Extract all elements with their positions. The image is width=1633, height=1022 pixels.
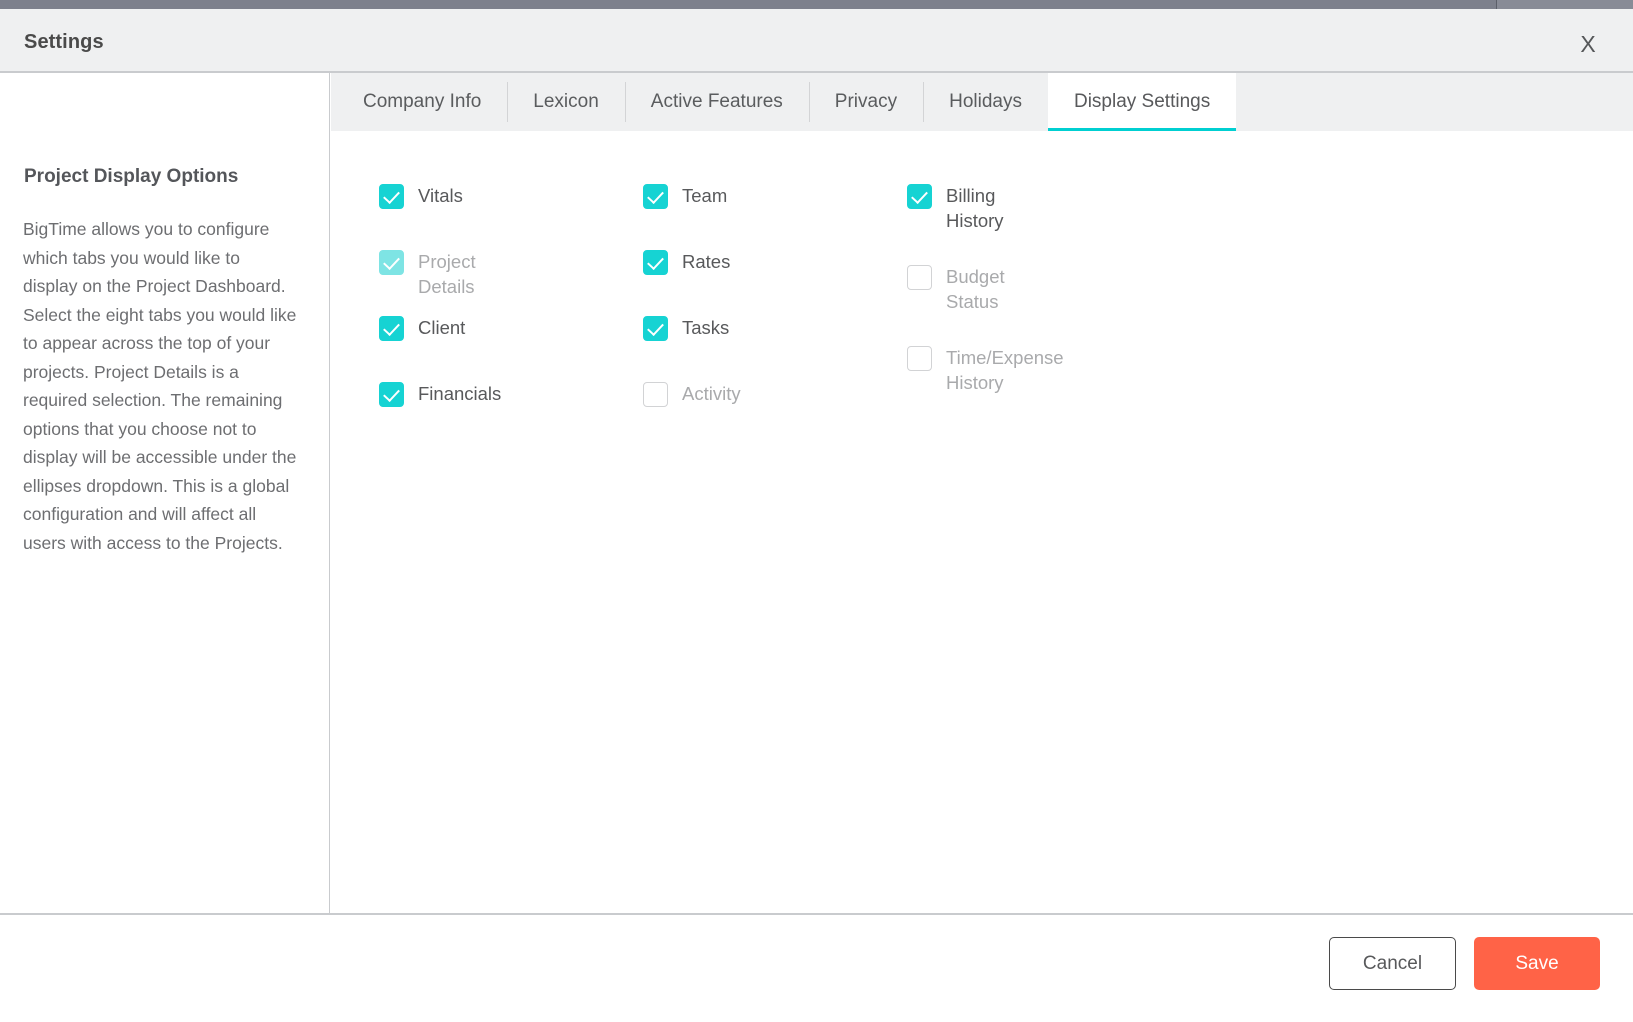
empty-checkbox-icon (907, 265, 932, 290)
checkbox-option-budget-status: Budget Status (907, 264, 1005, 314)
checkbox-label: Budget Status (946, 266, 1005, 312)
modal-header: Settings X (0, 9, 1633, 73)
sidebar-description: BigTime allows you to configure which ta… (23, 219, 297, 553)
tab-company-info[interactable]: Company Info (337, 73, 507, 131)
save-button[interactable]: Save (1474, 937, 1600, 990)
checkbox-option-vitals[interactable]: Vitals (379, 183, 463, 209)
modal-body: Project Display Options BigTime allows y… (0, 73, 1633, 913)
checkbox-label: Activity (682, 383, 741, 404)
checkbox-label: Client (418, 317, 466, 338)
cancel-button[interactable]: Cancel (1329, 937, 1456, 990)
application-top-bar-segment (1496, 0, 1633, 9)
checkmark-icon (643, 184, 668, 209)
checkmark-icon (643, 316, 668, 341)
checkbox-option-rates[interactable]: Rates (643, 249, 730, 275)
checkbox-option-client[interactable]: Client (379, 315, 465, 341)
tab-holidays[interactable]: Holidays (923, 73, 1048, 131)
sidebar: Project Display Options BigTime allows y… (0, 73, 330, 913)
checkmark-icon (379, 184, 404, 209)
tab-display-settings[interactable]: Display Settings (1047, 73, 1237, 131)
modal-footer: Cancel Save (0, 913, 1633, 1020)
checkbox-label: Vitals (418, 185, 463, 206)
page-title: Settings (24, 31, 104, 53)
checkbox-option-activity: Activity (643, 381, 741, 407)
checkmark-icon (907, 184, 932, 209)
checkmark-icon (379, 382, 404, 407)
checkmark-icon (379, 316, 404, 341)
empty-checkbox-icon (907, 346, 932, 371)
tab-active-features[interactable]: Active Features (624, 73, 809, 131)
checkbox-label: Team (682, 185, 728, 206)
checkmark-icon (643, 250, 668, 275)
tab-privacy[interactable]: Privacy (808, 73, 923, 131)
checkmark-icon (379, 250, 404, 275)
checkbox-label: Time/Expense History (946, 347, 1064, 393)
content-panel: Company Info Lexicon Active Features Privac… (331, 73, 1633, 913)
settings-modal: Settings X Project Display Options BigTi… (0, 9, 1633, 1022)
checkbox-option-financials[interactable]: Financials (379, 381, 501, 407)
checkbox-label: Project Details (418, 251, 476, 297)
display-options-grid: Vitals Project Details Client Financials Te… (331, 131, 1633, 913)
checkbox-option-project-details: Project Details (379, 249, 476, 299)
sidebar-heading: Project Display Options (24, 166, 239, 187)
close-icon[interactable]: X (1573, 29, 1603, 59)
checkbox-option-time-expense-history: Time/Expense History (907, 345, 1064, 395)
checkbox-option-team[interactable]: Team (643, 183, 727, 209)
checkbox-option-tasks[interactable]: Tasks (643, 315, 729, 341)
footer-actions: Cancel Save (1329, 937, 1600, 990)
checkbox-label: Billing History (946, 185, 1004, 231)
tab-strip: Company Info Lexicon Active Features Privac… (331, 73, 1633, 131)
checkbox-label: Tasks (682, 317, 730, 338)
checkbox-label: Financials (418, 383, 502, 404)
empty-checkbox-icon (643, 382, 668, 407)
tab-list: Company Info Lexicon Active Features Privac… (331, 73, 1633, 131)
application-top-bar (0, 0, 1633, 9)
checkbox-label: Rates (682, 251, 731, 272)
tab-lexicon[interactable]: Lexicon (507, 73, 625, 131)
checkbox-option-billing-history[interactable]: Billing History (907, 183, 1004, 233)
